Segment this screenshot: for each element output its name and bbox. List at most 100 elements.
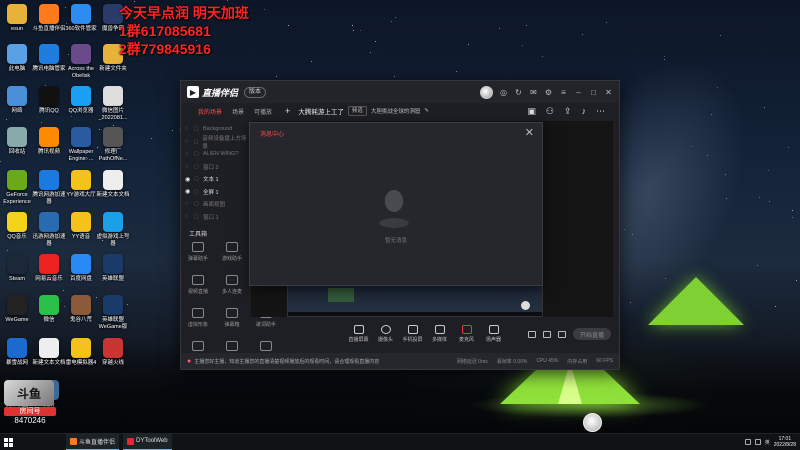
toolbox-item[interactable]: 视频直播 <box>183 275 213 295</box>
lock-icon[interactable]: ▢ <box>194 164 200 170</box>
mail-icon[interactable]: ✉ <box>529 88 538 97</box>
desktop-icon[interactable]: 网易云音乐 <box>32 254 66 283</box>
lock-icon[interactable]: ▢ <box>194 176 200 182</box>
toolbox-item[interactable]: 虚拟形象 <box>183 308 213 328</box>
desktop-icon[interactable]: 此电脑 <box>0 44 34 73</box>
record-icon[interactable] <box>528 330 536 338</box>
source-layer-item[interactable]: ◌ ▢ 窗口 1 <box>181 211 249 224</box>
source-layer-item[interactable]: ◉ ▢ 文本 1 <box>181 173 249 186</box>
source-layer-item[interactable]: ◌ ▢ 音频设备盘上方场景 <box>181 136 249 150</box>
desktop-icon[interactable]: 腾讯电脑管家 <box>32 44 66 73</box>
desktop-icon[interactable]: 斗鱼直播伴侣 <box>32 4 66 33</box>
lock-icon[interactable]: ▢ <box>194 139 200 145</box>
source-layer-item[interactable]: ◌ ▢ 画面视图 <box>181 198 249 211</box>
room-subtitle[interactable]: 大胆挑战全球的洞窟 <box>371 107 421 115</box>
desktop-icon[interactable]: YY游戏大厅 <box>64 170 98 199</box>
eye-icon[interactable] <box>543 330 551 338</box>
tab-playable[interactable]: 可播放 <box>249 107 277 116</box>
user-avatar[interactable] <box>480 85 493 99</box>
desktop-icon[interactable]: 新建文本文档 <box>32 338 66 367</box>
capture-tool-button[interactable]: 扬声器 <box>480 325 507 343</box>
desktop-icon[interactable]: 微信 <box>32 295 66 324</box>
lock-icon[interactable]: ▢ <box>194 214 200 220</box>
desktop-icon[interactable]: 腾讯QQ <box>32 86 66 115</box>
more-icon[interactable]: ⋯ <box>596 106 605 117</box>
taskbar-app-button[interactable]: 斗鱼直播伴侣 <box>66 433 120 450</box>
toolbox-item[interactable]: 弹幕助手 <box>183 242 213 262</box>
room-title[interactable]: 大腾耗游上工了 <box>298 106 344 116</box>
capture-tool-button[interactable]: 摄像头 <box>372 325 399 343</box>
desktop-icon[interactable]: GeForce Experience <box>0 170 34 205</box>
source-layer-item[interactable]: ◉ ▢ 全屏 1 <box>181 186 249 199</box>
toolbox-item[interactable]: 弹幕箱 <box>217 308 247 328</box>
share-icon[interactable]: ⇪ <box>564 106 572 117</box>
desktop-icon[interactable]: 腾讯视频 <box>32 127 66 156</box>
room-tag[interactable]: 频道 <box>347 106 367 116</box>
refresh-icon[interactable]: ↻ <box>514 88 523 97</box>
floating-avatar[interactable] <box>583 413 602 432</box>
edit-title-icon[interactable]: ✎ <box>424 108 429 114</box>
gift-icon[interactable]: ▣ <box>527 106 536 117</box>
visibility-eye-icon[interactable]: ◌ <box>185 214 191 220</box>
visibility-eye-icon[interactable]: ◌ <box>185 126 191 132</box>
maximize-icon[interactable]: □ <box>589 88 598 97</box>
lock-icon[interactable]: ▢ <box>194 189 200 195</box>
desktop-icon[interactable]: Wallpaper Engine: ... <box>64 127 98 162</box>
desktop-icon[interactable]: WeGame <box>0 295 34 324</box>
add-scene-icon[interactable]: + <box>285 106 290 116</box>
capture-tool-button[interactable]: 直播屏幕 <box>345 325 372 343</box>
desktop-icon[interactable]: 修理厂 PathOfNe... <box>96 127 130 162</box>
desktop-icon[interactable]: 雷电模拟器4 <box>64 338 98 367</box>
visibility-eye-icon[interactable]: ◌ <box>185 164 191 170</box>
capture-tool-button[interactable]: 麦克风 <box>453 325 480 343</box>
desktop-icon[interactable]: 新建文本文档 <box>96 170 130 199</box>
taskbar-app-button[interactable]: DYToolWeb <box>123 433 172 450</box>
clock[interactable]: 17:01 2022/8/28 <box>774 436 796 448</box>
version-pill[interactable]: 版本 <box>244 86 267 98</box>
desktop-icon[interactable]: 鬼谷八荒 <box>64 295 98 324</box>
tab-my-scenes[interactable]: 我的场景 <box>193 107 227 116</box>
desktop-icon[interactable]: 百度网盘 <box>64 254 98 283</box>
visibility-eye-icon[interactable]: ◌ <box>185 151 191 157</box>
desktop-icon[interactable]: 英雄联盟 <box>96 254 130 283</box>
visibility-eye-icon[interactable]: ◌ <box>185 139 191 145</box>
desktop-icon[interactable]: 腾讯网游加速器 <box>32 170 66 205</box>
desktop-icon[interactable]: 360软件管家 <box>64 4 98 33</box>
capture-tool-button[interactable]: 多媒体 <box>426 325 453 343</box>
input-method[interactable]: 英 <box>765 439 770 446</box>
go-live-button[interactable]: 开始直播 <box>573 328 611 340</box>
close-icon[interactable]: ✕ <box>604 88 613 97</box>
desktop-icon[interactable]: 英雄联盟WeGame版 <box>96 295 130 330</box>
user-group-icon[interactable]: ⚇ <box>546 106 554 117</box>
desktop-icon[interactable]: 迅游网游加速器 <box>32 212 66 247</box>
settings-icon[interactable]: ⚙ <box>544 88 553 97</box>
capture-tool-button[interactable]: 手机投屏 <box>399 325 426 343</box>
visibility-eye-icon[interactable]: ◉ <box>185 188 191 195</box>
desktop-icon[interactable]: Across the Obelisk <box>64 44 98 79</box>
tray-network-icon[interactable] <box>744 439 751 445</box>
menu-icon[interactable]: ≡ <box>559 88 568 97</box>
source-layer-item[interactable]: ◌ ▢ 窗口 2 <box>181 161 249 174</box>
dialog-close-icon[interactable]: ✕ <box>525 126 534 139</box>
desktop-icon[interactable]: esun <box>0 4 34 33</box>
desktop-icon[interactable]: 暴雪战网 <box>0 338 34 367</box>
headset-icon[interactable]: ◎ <box>499 88 508 97</box>
toolbox-item[interactable]: 游戏助手 <box>217 242 247 262</box>
desktop-icon[interactable]: 微信图片_2022081... <box>96 86 130 121</box>
message-center-dialog[interactable]: 消息中心 ✕ 暂无消息 <box>249 122 543 286</box>
desktop-icon[interactable]: Steam <box>0 254 34 283</box>
bell-icon[interactable]: ♪ <box>582 106 587 117</box>
start-button[interactable] <box>0 434 16 450</box>
visibility-eye-icon[interactable]: ◌ <box>185 201 191 207</box>
desktop-icon[interactable]: 回收站 <box>0 127 34 156</box>
desktop-icon[interactable]: 穿越火线 <box>96 338 130 367</box>
source-layer-item[interactable]: ◌ ▢ ALIEN WING? <box>181 148 249 161</box>
desktop-icon[interactable]: QQ音乐 <box>0 212 34 241</box>
desktop-icon[interactable]: 网络 <box>0 86 34 115</box>
toolbox-item[interactable]: 多人连麦 <box>217 275 247 295</box>
visibility-eye-icon[interactable]: ◉ <box>185 176 191 183</box>
desktop-icon[interactable]: YY语音 <box>64 212 98 241</box>
desktop-icon[interactable]: 虚拟游戏上号器 <box>96 212 130 247</box>
lock-icon[interactable]: ▢ <box>194 201 200 207</box>
lock-icon[interactable]: ▢ <box>194 126 200 132</box>
